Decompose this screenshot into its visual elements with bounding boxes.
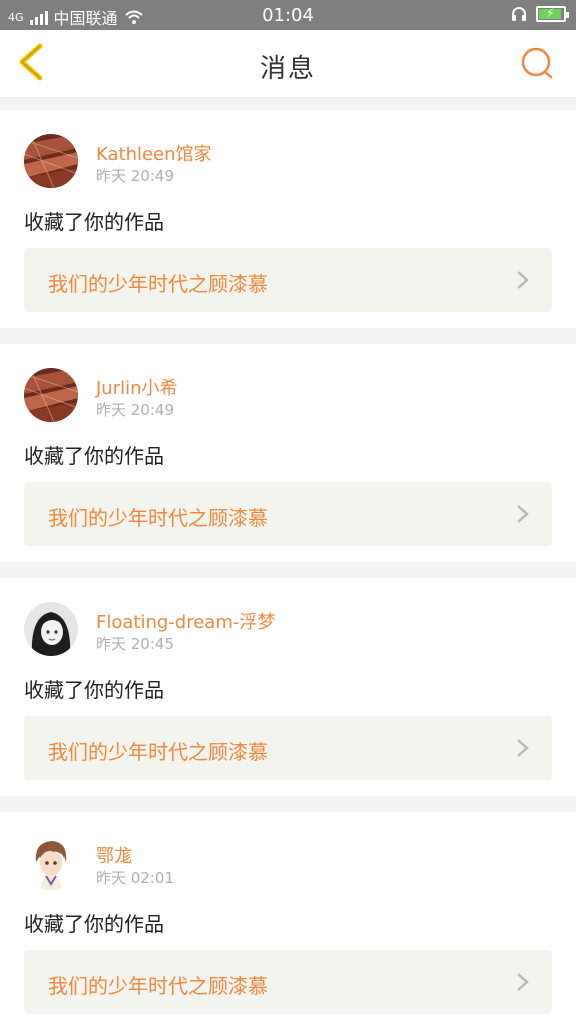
work-link[interactable]: 我们的少年时代之顾漆慕 bbox=[24, 482, 552, 546]
action-text: 收藏了你的作品 bbox=[24, 912, 164, 936]
work-link[interactable]: 我们的少年时代之顾漆慕 bbox=[24, 950, 552, 1014]
message-card: Jurlin小希 昨天 20:49 收藏了你的作品 我们的少年时代之顾漆慕 bbox=[0, 344, 576, 562]
action-text: 收藏了你的作品 bbox=[24, 444, 164, 468]
chevron-right-icon bbox=[517, 739, 529, 757]
chevron-right-icon bbox=[517, 271, 529, 289]
work-link[interactable]: 我们的少年时代之顾漆慕 bbox=[24, 248, 552, 312]
username[interactable]: Floating-dream-浮梦 bbox=[96, 608, 275, 634]
user-avatar[interactable] bbox=[24, 836, 78, 890]
timestamp: 昨天 02:01 bbox=[96, 869, 174, 887]
headphone-icon bbox=[512, 7, 526, 21]
avatar-red-texture-image bbox=[24, 368, 78, 422]
timestamp: 昨天 20:45 bbox=[96, 635, 174, 653]
message-card: Kathleen馆家 昨天 20:49 收藏了你的作品 我们的少年时代之顾漆慕 bbox=[0, 110, 576, 328]
message-card: 鄂尨 昨天 02:01 收藏了你的作品 我们的少年时代之顾漆慕 bbox=[0, 812, 576, 1024]
message-card: Floating-dream-浮梦 昨天 20:45 收藏了你的作品 我们的少年… bbox=[0, 578, 576, 796]
search-icon[interactable] bbox=[520, 46, 554, 80]
page-title: 消息 bbox=[259, 54, 316, 84]
work-title: 我们的少年时代之顾漆慕 bbox=[48, 974, 268, 998]
username[interactable]: Kathleen馆家 bbox=[96, 140, 212, 166]
user-avatar[interactable] bbox=[24, 368, 78, 422]
battery-icon: ⚡ bbox=[536, 6, 569, 22]
avatar-red-texture-image bbox=[24, 134, 78, 188]
clock: 01:04 bbox=[262, 5, 314, 26]
work-title: 我们的少年时代之顾漆慕 bbox=[48, 506, 268, 530]
user-avatar[interactable] bbox=[24, 602, 78, 656]
timestamp: 昨天 20:49 bbox=[96, 401, 174, 419]
chevron-right-icon bbox=[517, 973, 529, 991]
work-title: 我们的少年时代之顾漆慕 bbox=[48, 740, 268, 764]
username[interactable]: 鄂尨 bbox=[96, 842, 132, 868]
chevron-right-icon bbox=[517, 505, 529, 523]
username[interactable]: Jurlin小希 bbox=[96, 374, 178, 400]
avatar-bw-girl-image bbox=[24, 602, 78, 656]
avatar-anime-boy-image bbox=[24, 836, 78, 890]
work-title: 我们的少年时代之顾漆慕 bbox=[48, 272, 268, 296]
nav-bar: 消息 bbox=[0, 30, 576, 98]
status-bar: 4G 中国联通 01:04 ⚡ bbox=[0, 0, 576, 30]
status-right: ⚡ bbox=[510, 5, 569, 23]
user-avatar[interactable] bbox=[24, 134, 78, 188]
work-link[interactable]: 我们的少年时代之顾漆慕 bbox=[24, 716, 552, 780]
timestamp: 昨天 20:49 bbox=[96, 167, 174, 185]
action-text: 收藏了你的作品 bbox=[24, 210, 164, 234]
action-text: 收藏了你的作品 bbox=[24, 678, 164, 702]
